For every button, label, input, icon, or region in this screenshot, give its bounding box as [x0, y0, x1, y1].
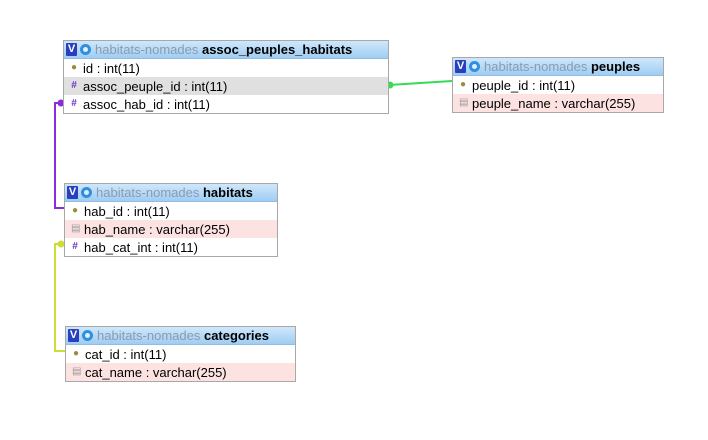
column-row[interactable]: ● hab_id : int(11): [65, 202, 277, 220]
database-name: habitats-nomades: [96, 185, 200, 200]
gear-icon[interactable]: [80, 44, 91, 55]
column-row[interactable]: ● cat_id : int(11): [66, 345, 295, 363]
table-header[interactable]: V habitats-nomades habitats: [65, 184, 277, 202]
table-assoc-peuples-habitats[interactable]: V habitats-nomades assoc_peuples_habitat…: [63, 40, 389, 114]
column-label: peuple_id : int(11): [472, 77, 576, 93]
table-name: habitats: [202, 185, 253, 200]
database-name: habitats-nomades: [484, 59, 588, 74]
key-icon: ●: [72, 348, 80, 359]
relation-assoc-peuples: [386, 80, 453, 89]
toggle-columns-button[interactable]: V: [68, 329, 79, 342]
relation-line-assoc-habitats: [54, 102, 64, 209]
relation-line-assoc-peuples: [388, 80, 453, 86]
column-label: assoc_peuple_id : int(11): [83, 78, 228, 94]
column-label: assoc_hab_id : int(11): [83, 96, 210, 112]
relation-line-habitats-categories: [54, 243, 65, 352]
gear-icon[interactable]: [469, 61, 480, 72]
relation-habitats-categories: [54, 240, 65, 352]
column-row[interactable]: # hab_cat_int : int(11): [65, 238, 277, 256]
table-peuples[interactable]: V habitats-nomades peuples ● peuple_id :…: [452, 57, 664, 113]
table-habitats[interactable]: V habitats-nomades habitats ● hab_id : i…: [64, 183, 278, 257]
column-label: hab_name : varchar(255): [84, 221, 230, 237]
toggle-columns-button[interactable]: V: [67, 186, 78, 199]
column-row[interactable]: ▤ cat_name : varchar(255): [66, 363, 295, 381]
column-row[interactable]: ▤ hab_name : varchar(255): [65, 220, 277, 238]
database-name: habitats-nomades: [95, 42, 199, 57]
column-row[interactable]: # assoc_hab_id : int(11): [64, 95, 388, 113]
column-row[interactable]: ▤ peuple_name : varchar(255): [453, 94, 663, 112]
column-label: id : int(11): [83, 60, 140, 76]
table-name: assoc_peuples_habitats: [201, 42, 353, 57]
key-icon: ●: [70, 62, 78, 73]
key-icon: ●: [71, 205, 79, 216]
key-icon: ●: [459, 79, 467, 90]
column-row[interactable]: # assoc_peuple_id : int(11): [64, 77, 388, 95]
column-row[interactable]: ● id : int(11): [64, 59, 388, 77]
table-header[interactable]: V habitats-nomades peuples: [453, 58, 663, 76]
text-field-icon: ▤: [72, 366, 82, 377]
hash-icon: #: [71, 98, 77, 109]
database-name: habitats-nomades: [97, 328, 201, 343]
table-name: categories: [203, 328, 270, 343]
text-field-icon: ▤: [459, 97, 469, 108]
column-row[interactable]: ● peuple_id : int(11): [453, 76, 663, 94]
gear-icon[interactable]: [82, 330, 93, 341]
table-header[interactable]: V habitats-nomades assoc_peuples_habitat…: [64, 41, 388, 59]
table-categories[interactable]: V habitats-nomades categories ● cat_id :…: [65, 326, 296, 382]
text-field-icon: ▤: [71, 223, 81, 234]
table-name: peuples: [590, 59, 641, 74]
column-label: hab_id : int(11): [84, 203, 170, 219]
column-label: peuple_name : varchar(255): [472, 95, 636, 111]
column-label: hab_cat_int : int(11): [84, 239, 198, 255]
gear-icon[interactable]: [81, 187, 92, 198]
column-label: cat_id : int(11): [85, 346, 167, 362]
toggle-columns-button[interactable]: V: [66, 43, 77, 56]
toggle-columns-button[interactable]: V: [455, 60, 466, 73]
column-label: cat_name : varchar(255): [85, 364, 227, 380]
table-header[interactable]: V habitats-nomades categories: [66, 327, 295, 345]
hash-icon: #: [71, 80, 77, 91]
hash-icon: #: [72, 241, 78, 252]
